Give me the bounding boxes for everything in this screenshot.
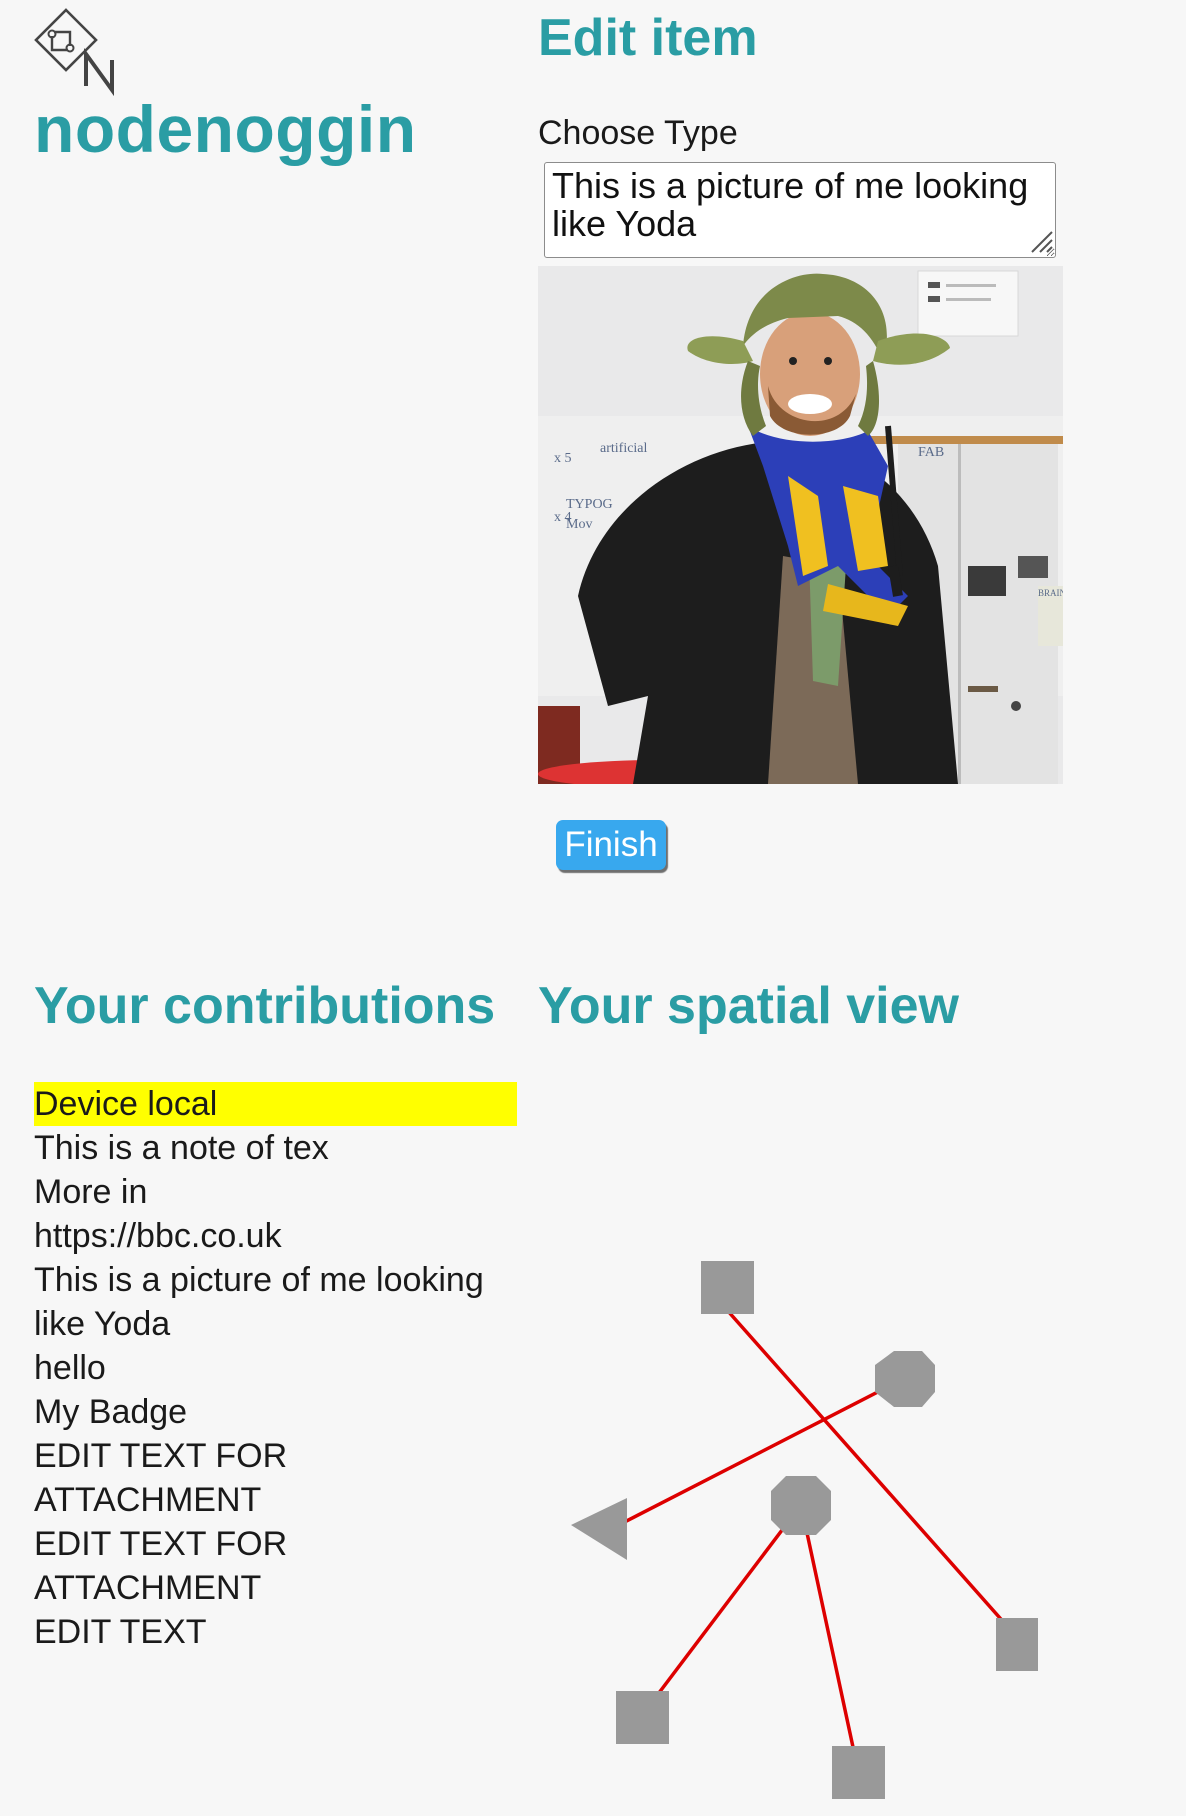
nodenoggin-logo-icon — [34, 8, 114, 97]
spatial-node-square[interactable] — [701, 1261, 754, 1314]
svg-text:BRAIN: BRAIN — [1038, 588, 1063, 598]
spatial-node-octagon[interactable] — [771, 1476, 831, 1535]
brand-name: nodenoggin — [34, 92, 417, 166]
contribution-item[interactable]: EDIT TEXT FOR ATTACHMENT — [34, 1522, 334, 1610]
contribution-item[interactable]: EDIT TEXT FOR ATTACHMENT — [34, 1434, 334, 1522]
spatial-view-title: Your spatial view — [538, 977, 959, 1035]
svg-text:x 4: x 4 — [554, 510, 572, 525]
resize-grip-icon[interactable] — [1026, 226, 1054, 254]
spatial-links — [608, 1308, 1025, 1776]
contribution-item[interactable]: This is a note of tex — [34, 1126, 517, 1170]
svg-text:x 5: x 5 — [554, 451, 572, 466]
svg-text:artificial: artificial — [600, 441, 648, 456]
spatial-node-square[interactable] — [616, 1691, 669, 1744]
spatial-link — [799, 1504, 861, 1776]
spatial-link — [641, 1503, 803, 1716]
spatial-node-square[interactable] — [832, 1746, 885, 1799]
contributions-title: Your contributions — [34, 977, 496, 1035]
spatial-node-octagon[interactable] — [875, 1351, 935, 1407]
item-photo: artificial TYPOG Mov x 5 x 4 FAB BRAIN — [538, 266, 1063, 784]
contribution-item[interactable]: My Badge — [34, 1390, 517, 1434]
edit-item-title: Edit item — [538, 9, 758, 67]
spatial-node-square[interactable] — [996, 1618, 1038, 1671]
item-description-input[interactable]: This is a picture of me looking like Yod… — [544, 162, 1056, 258]
contribution-item[interactable]: https://bbc.co.uk — [34, 1214, 517, 1258]
contributions-list: Device local This is a note of tex More … — [34, 1082, 517, 1654]
spatial-link — [725, 1308, 1025, 1646]
finish-button[interactable]: Finish — [556, 820, 666, 870]
svg-text:FAB: FAB — [918, 445, 944, 460]
contribution-item[interactable]: More in — [34, 1170, 517, 1214]
svg-text:TYPOG: TYPOG — [566, 497, 613, 512]
choose-type-label: Choose Type — [538, 114, 738, 152]
contribution-item[interactable]: This is a picture of me looking like Yod… — [34, 1258, 517, 1346]
spatial-link — [608, 1376, 906, 1532]
contribution-item-device-local[interactable]: Device local — [34, 1082, 517, 1126]
contribution-item[interactable]: EDIT TEXT — [34, 1610, 517, 1654]
spatial-node-triangle[interactable] — [571, 1498, 627, 1560]
contribution-item[interactable]: hello — [34, 1346, 517, 1390]
person-in-yoda-hat-photo: artificial TYPOG Mov x 5 x 4 FAB BRAIN — [538, 266, 1063, 784]
spatial-view-canvas[interactable] — [538, 1040, 1038, 1816]
